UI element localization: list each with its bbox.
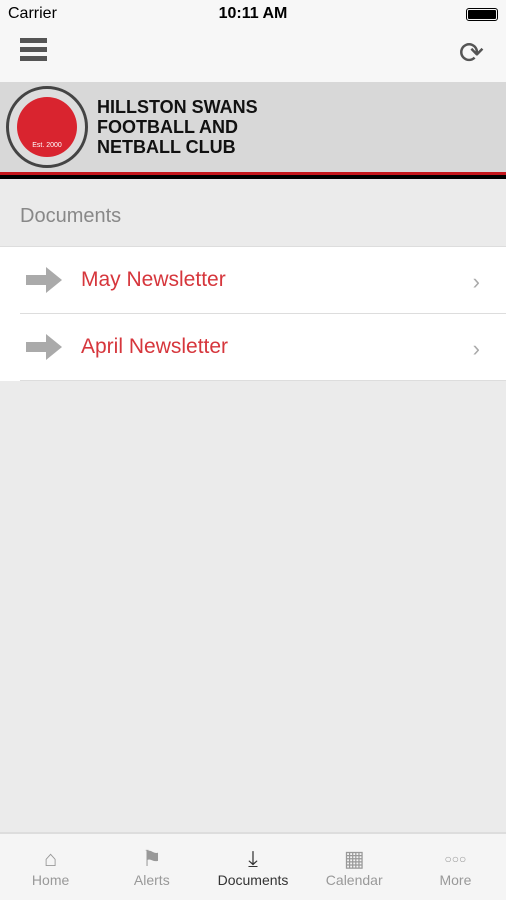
home-icon: ⌂ bbox=[43, 846, 58, 871]
documents-list: May Newsletter › April Newsletter › bbox=[0, 246, 506, 381]
arrow-right-icon bbox=[26, 334, 62, 360]
tab-label: Alerts bbox=[133, 872, 170, 888]
battery-icon bbox=[466, 8, 498, 21]
tab-bar: ⌂ Home ⚑ Alerts ⤓ Documents ▦ Calendar ○○○ Mo… bbox=[0, 832, 506, 900]
tab-label: Documents bbox=[217, 872, 289, 888]
club-logo: Est. 2000 bbox=[6, 86, 88, 168]
refresh-icon[interactable]: ⟳ bbox=[459, 36, 484, 71]
tab-label: Calendar bbox=[325, 872, 383, 888]
list-item[interactable]: May Newsletter › bbox=[20, 247, 506, 314]
more-icon: ○○○ bbox=[444, 852, 467, 866]
tab-documents[interactable]: ⤓ Documents bbox=[202, 834, 303, 900]
club-name-line: HILLSTON SWANS bbox=[97, 97, 258, 117]
tab-label: Home bbox=[31, 872, 70, 888]
chevron-right-icon: › bbox=[472, 336, 480, 361]
status-bar: Carrier 10:11 AM bbox=[0, 0, 506, 28]
document-label: May Newsletter bbox=[81, 268, 226, 291]
tab-more[interactable]: ○○○ More bbox=[405, 834, 506, 900]
club-name-line: FOOTBALL AND bbox=[97, 117, 238, 137]
arrow-right-icon bbox=[26, 267, 62, 293]
menu-icon[interactable] bbox=[20, 38, 47, 65]
club-name: HILLSTON SWANS FOOTBALL AND NETBALL CLUB bbox=[97, 97, 258, 157]
clock: 10:11 AM bbox=[218, 5, 288, 22]
tab-calendar[interactable]: ▦ Calendar bbox=[304, 834, 405, 900]
inbox-download-icon: ⤓ bbox=[248, 846, 258, 871]
chevron-right-icon: › bbox=[472, 269, 480, 294]
black-stripe bbox=[0, 175, 506, 179]
document-label: April Newsletter bbox=[81, 335, 229, 358]
tab-alerts[interactable]: ⚑ Alerts bbox=[101, 834, 202, 900]
club-banner: Est. 2000 HILLSTON SWANS FOOTBALL AND NE… bbox=[0, 82, 506, 172]
tab-label: More bbox=[439, 872, 472, 888]
flag-icon: ⚑ bbox=[141, 846, 162, 871]
club-name-line: NETBALL CLUB bbox=[97, 137, 236, 157]
list-item[interactable]: April Newsletter › bbox=[20, 314, 506, 381]
section-title: Documents bbox=[20, 205, 122, 227]
calendar-icon: ▦ bbox=[343, 846, 365, 871]
top-bar: ⟳ bbox=[0, 28, 506, 82]
tab-home[interactable]: ⌂ Home bbox=[0, 834, 101, 900]
